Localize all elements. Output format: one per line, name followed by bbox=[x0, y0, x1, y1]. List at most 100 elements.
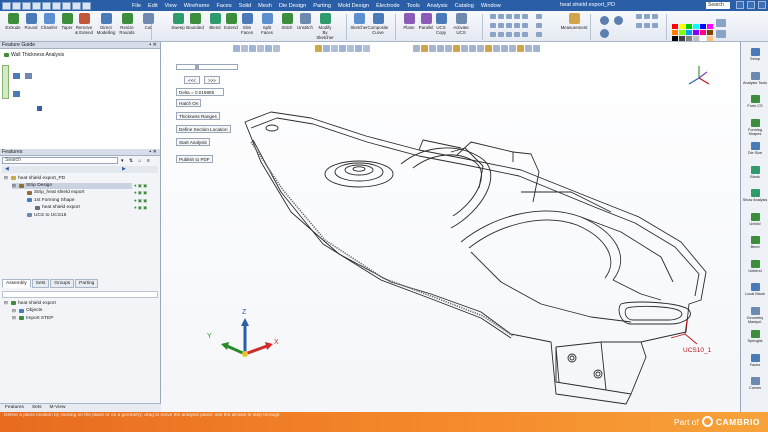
color-swatch[interactable] bbox=[693, 24, 699, 29]
stitch-button[interactable]: Stitch bbox=[278, 13, 296, 30]
tree-item[interactable]: ⊟ heat shield export_PD bbox=[4, 175, 65, 181]
3d-viewport[interactable]: <<< >>> Delta = 0.019885 Hatch On Thickn… bbox=[161, 42, 740, 412]
tab-assembly[interactable]: Assembly bbox=[2, 279, 31, 288]
arc-icon[interactable] bbox=[498, 14, 504, 19]
features-pin-icon[interactable]: ▪ ✕ bbox=[149, 149, 160, 155]
close-icon[interactable] bbox=[758, 1, 766, 9]
faces-tool[interactable]: Faces bbox=[742, 353, 768, 367]
tab-groups[interactable]: Groups bbox=[50, 279, 75, 288]
settings-icon[interactable] bbox=[72, 1, 81, 10]
color-swatch[interactable] bbox=[700, 30, 706, 35]
filter-icon[interactable] bbox=[644, 23, 650, 28]
expand-icon[interactable]: ⊟ bbox=[4, 300, 9, 306]
direct-modelling-button[interactable]: Direct Modelling bbox=[97, 13, 115, 35]
expand-icon[interactable]: ⊟ bbox=[4, 175, 9, 181]
expand-icon[interactable]: ⊟ bbox=[12, 308, 17, 314]
guide-step-icon[interactable] bbox=[13, 73, 20, 79]
help-icon[interactable] bbox=[82, 1, 91, 10]
setup-tool[interactable]: Setup bbox=[742, 48, 768, 61]
activate-ucs-button[interactable]: Activate UCS bbox=[452, 13, 470, 35]
unbend-tool[interactable]: Unbend bbox=[742, 259, 768, 273]
color-swatch[interactable] bbox=[686, 30, 692, 35]
expand-icon[interactable]: ⊟ bbox=[12, 315, 17, 321]
zoom-window-icon[interactable] bbox=[614, 16, 623, 25]
wireframe-icon[interactable] bbox=[644, 14, 650, 19]
app-logo-icon[interactable] bbox=[2, 1, 11, 10]
spline-icon[interactable] bbox=[514, 14, 520, 19]
menu-electrode[interactable]: Electrode bbox=[376, 3, 400, 9]
geometry-manipul-tool[interactable]: Geometry Manipul. bbox=[742, 306, 768, 324]
table-icon[interactable] bbox=[522, 32, 528, 37]
view-front-icon[interactable] bbox=[536, 14, 542, 19]
line-icon[interactable] bbox=[490, 14, 496, 19]
tree-item[interactable]: UCS to UCS15 bbox=[20, 213, 66, 218]
split-faces-button[interactable]: Split Faces bbox=[258, 13, 276, 35]
menu-mold-design[interactable]: Mold Design bbox=[338, 3, 369, 9]
tree-item[interactable]: ⊟ heat shield export bbox=[4, 300, 56, 306]
guide-step-two-icon[interactable] bbox=[13, 91, 20, 97]
tab-sets[interactable]: Sets bbox=[31, 279, 50, 288]
bounded-button[interactable]: Bounded bbox=[186, 13, 204, 30]
tab-features[interactable]: Features bbox=[2, 404, 27, 412]
color-swatch[interactable] bbox=[693, 30, 699, 35]
trim-icon[interactable] bbox=[498, 23, 504, 28]
dimension-icon[interactable] bbox=[498, 32, 504, 37]
point-icon[interactable] bbox=[522, 14, 528, 19]
menu-edit[interactable]: Edit bbox=[148, 3, 158, 9]
tree-item[interactable]: ⊟ Import STEP bbox=[12, 315, 53, 321]
remove-extend-button[interactable]: Remove & Extend bbox=[75, 13, 93, 35]
rotate-view-icon[interactable] bbox=[600, 29, 609, 38]
guide-arrow-icon[interactable] bbox=[37, 106, 42, 111]
color-swatch[interactable] bbox=[693, 36, 699, 41]
cut-button[interactable]: Cut bbox=[139, 13, 157, 30]
round-button[interactable]: Round bbox=[22, 13, 40, 30]
menu-view[interactable]: View bbox=[165, 3, 177, 9]
annotation-icon[interactable] bbox=[506, 32, 512, 37]
color-swatch[interactable] bbox=[707, 36, 713, 41]
unstitch-button[interactable]: Unstitch bbox=[296, 13, 314, 30]
chamfer-button[interactable]: Chamfer bbox=[40, 13, 58, 30]
tree-item[interactable]: heat shield export bbox=[28, 205, 80, 210]
forming-shapes-tool[interactable]: Forming Shapes bbox=[742, 118, 768, 136]
taper-button[interactable]: Taper bbox=[58, 13, 76, 30]
menu-parting[interactable]: Parting bbox=[313, 3, 331, 9]
sketcher-button[interactable]: Sketcher bbox=[350, 13, 368, 30]
bend-tool[interactable]: Bend bbox=[742, 236, 768, 249]
resize-rounds-button[interactable]: Resize Rounds bbox=[118, 13, 136, 35]
tree-item[interactable]: Strip_heat shield export bbox=[20, 190, 84, 195]
mirror-icon[interactable] bbox=[506, 23, 512, 28]
plane-button[interactable]: Plane bbox=[400, 13, 418, 30]
show-analysis-tool[interactable]: Show Analysis bbox=[742, 189, 768, 202]
sweep-button[interactable]: Sweep bbox=[169, 13, 187, 30]
menu-file[interactable]: File bbox=[132, 3, 141, 9]
tree-item[interactable]: ⊟ Objects bbox=[12, 308, 42, 314]
redo-icon[interactable] bbox=[52, 1, 61, 10]
menu-mesh[interactable]: Mesh bbox=[258, 3, 272, 9]
menu-window[interactable]: Window bbox=[481, 3, 501, 9]
menu-wireframe[interactable]: Wireframe bbox=[184, 3, 210, 9]
tab-parting[interactable]: Parting bbox=[75, 279, 99, 288]
modify-by-sketcher-button[interactable]: Modify By Sketcher bbox=[316, 13, 334, 40]
menu-analysis[interactable]: Analysis bbox=[427, 3, 448, 9]
new-file-icon[interactable] bbox=[12, 1, 21, 10]
analysis-tools-tool[interactable]: Analysis Tools bbox=[742, 71, 768, 85]
measurement-button[interactable]: Measurement bbox=[561, 13, 587, 30]
hidden-line-icon[interactable] bbox=[652, 14, 658, 19]
slim-faces-button[interactable]: Slim Faces bbox=[238, 13, 256, 35]
composite-curve-button[interactable]: Composite Curve bbox=[368, 13, 389, 35]
visibility-toggle-icon[interactable]: ●▣▣ bbox=[134, 190, 148, 196]
minimize-icon[interactable] bbox=[736, 1, 744, 9]
features-search-input[interactable]: Search bbox=[2, 157, 118, 164]
color-swatch[interactable] bbox=[679, 36, 685, 41]
feature-guide-item[interactable]: Wall Thickness Analysis bbox=[4, 52, 64, 58]
tree-item[interactable]: 1st Forming Shape bbox=[20, 198, 75, 203]
color-swatch[interactable] bbox=[686, 24, 692, 29]
menu-tools[interactable]: Tools bbox=[407, 3, 420, 9]
visibility-toggle-icon[interactable]: ●▣▣ bbox=[134, 183, 148, 189]
color-swatch[interactable] bbox=[700, 36, 706, 41]
color-swatch[interactable] bbox=[700, 24, 706, 29]
project-icon[interactable] bbox=[514, 23, 520, 28]
extrude-button[interactable]: Extrude bbox=[4, 13, 22, 30]
back-arrow-icon[interactable]: ◀ bbox=[5, 166, 9, 172]
view-iso-icon[interactable] bbox=[536, 32, 542, 37]
